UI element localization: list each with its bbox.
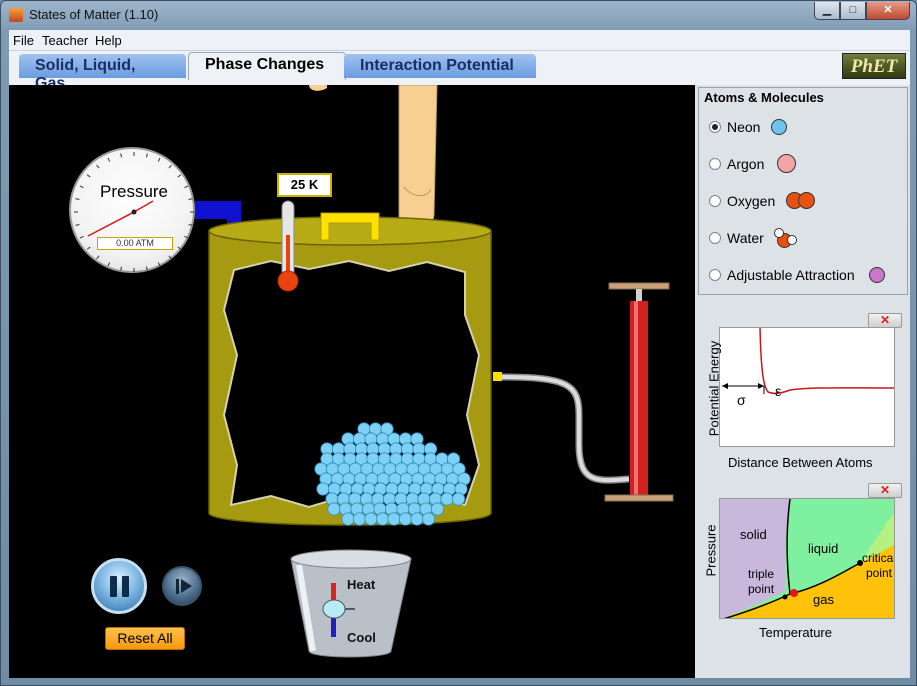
neon-particle [387, 512, 401, 526]
neon-particle [430, 502, 445, 516]
neon-particle [352, 512, 367, 526]
phase-liquid-label: liquid [808, 541, 839, 556]
neon-particle [440, 492, 454, 506]
phet-logo[interactable]: PhET [842, 53, 906, 79]
gauge-title: Pressure [99, 182, 169, 201]
water-hydrogen-icon-2 [787, 235, 797, 245]
neon-particle [398, 512, 413, 526]
tab-solid-liquid-gas[interactable]: Solid, Liquid, Gas [19, 54, 186, 92]
potential-curve [722, 327, 895, 395]
radio-neon[interactable] [709, 121, 721, 133]
window-title: States of Matter (1.10) [29, 7, 159, 22]
temperature-readout: 25 K [277, 173, 332, 197]
title-bar[interactable]: States of Matter (1.10) ▁ □ ✕ [1, 1, 916, 29]
atom-option-water[interactable]: Water [709, 228, 797, 248]
water-hydrogen-icon [774, 228, 784, 238]
radio-argon[interactable] [709, 158, 721, 170]
menu-file[interactable]: File [13, 33, 34, 48]
neon-particle [316, 482, 330, 496]
atom-option-argon[interactable]: Argon [709, 154, 796, 174]
control-panel: Atoms & Molecules Neon Argon Oxygen Wate… [695, 85, 910, 678]
radio-water[interactable] [709, 232, 721, 244]
atom-label-water: Water [727, 230, 764, 246]
simulation-canvas: Pressure 0.00 ATM 25 K Heat Cool Reset A… [9, 85, 695, 678]
atom-option-oxygen[interactable]: Oxygen [709, 191, 815, 211]
radio-oxygen[interactable] [709, 195, 721, 207]
minimize-button[interactable]: ▁ [814, 2, 840, 20]
argon-atom-icon [777, 154, 796, 173]
potential-energy-graph: σ ε [719, 327, 895, 447]
neon-particle [341, 512, 355, 526]
menu-bar: File Teacher Help [9, 30, 910, 51]
neon-particle [364, 512, 378, 526]
adjustable-atom-icon [869, 267, 885, 283]
atom-label-oxygen: Oxygen [727, 193, 776, 209]
phase-solid-label: solid [740, 527, 767, 542]
neon-particle [410, 512, 424, 526]
atom-option-adjustable[interactable]: Adjustable Attraction [709, 265, 885, 285]
potential-graph-close-button[interactable]: ✕ [868, 313, 902, 328]
oxygen-molecule-icon-part [798, 192, 815, 209]
maximize-button[interactable]: □ [840, 2, 866, 20]
lid-pushing-finger-icon[interactable] [309, 85, 438, 230]
epsilon-label: ε [775, 383, 782, 399]
close-button[interactable]: ✕ [866, 2, 910, 20]
reset-all-button[interactable]: Reset All [105, 627, 185, 650]
pump-hose [501, 373, 630, 484]
atoms-panel-title: Atoms & Molecules [704, 90, 824, 105]
neon-particle [451, 492, 466, 506]
atom-label-adjustable: Adjustable Attraction [727, 267, 855, 283]
gauge-readout: 0.00 ATM [97, 237, 173, 250]
current-state-marker [790, 589, 798, 597]
phase-gas-label: gas [813, 592, 834, 607]
potential-graph-ylabel: Potential Energy [706, 340, 722, 437]
java-app-icon [9, 8, 23, 22]
potential-graph-xlabel: Distance Between Atoms [728, 455, 873, 470]
phase-diagram: solid liquid gas triple point critical p… [719, 498, 895, 619]
step-button[interactable] [162, 566, 202, 606]
neon-particle [421, 512, 436, 526]
hose-connector [493, 372, 502, 381]
neon-particle [327, 502, 341, 516]
phase-diagram-ylabel: Pressure [703, 524, 719, 577]
tab-interaction-potential[interactable]: Interaction Potential [344, 54, 536, 78]
pause-button[interactable] [91, 558, 147, 614]
atom-option-neon[interactable]: Neon [709, 117, 787, 137]
atom-label-neon: Neon [727, 119, 761, 135]
atoms-molecules-panel: Atoms & Molecules Neon Argon Oxygen Wate… [698, 87, 908, 295]
neon-atom-icon [771, 119, 787, 135]
cool-label: Cool [347, 630, 376, 645]
menu-teacher[interactable]: Teacher [42, 33, 88, 48]
menu-help[interactable]: Help [95, 33, 122, 48]
sigma-label: σ [737, 392, 746, 408]
phase-diagram-xlabel: Temperature [759, 625, 832, 640]
gauge-needle [87, 211, 135, 237]
pressure-gauge: Pressure 0.00 ATM [69, 147, 195, 273]
phase-diagram-close-button[interactable]: ✕ [868, 483, 902, 498]
gauge-dial [74, 152, 194, 272]
radio-adjustable[interactable] [709, 269, 721, 281]
tab-phase-changes[interactable]: Phase Changes [188, 52, 346, 80]
neon-particle [375, 512, 390, 526]
tab-strip: Solid, Liquid, Gas Phase Changes Interac… [9, 51, 910, 92]
heat-label: Heat [347, 577, 376, 592]
critical-point-label: critical point [862, 551, 895, 580]
app-window: States of Matter (1.10) ▁ □ ✕ File Teach… [0, 0, 917, 686]
bicycle-pump-icon[interactable] [604, 282, 674, 502]
atom-label-argon: Argon [727, 156, 765, 172]
triple-point-label: triple point [748, 567, 775, 596]
